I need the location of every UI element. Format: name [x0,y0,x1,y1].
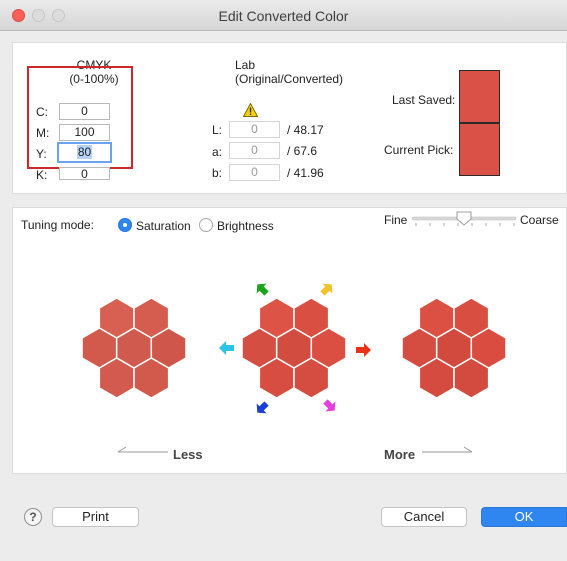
more-arrow-icon [420,444,474,456]
hex-cluster-more[interactable] [398,296,510,401]
yellow-arrow-icon[interactable] [317,281,335,299]
cyan-arrow-icon[interactable] [218,339,236,357]
b-label: b: [212,166,223,180]
m-label: M: [36,126,50,140]
blue-arrow-icon[interactable] [254,398,272,416]
k-label: K: [36,168,48,182]
current-pick-swatch [459,122,500,176]
less-arrow-icon [116,444,170,456]
coarse-label: Coarse [520,213,559,227]
tuning-mode-label: Tuning mode: [21,218,94,232]
l-label: L: [212,123,223,137]
help-button[interactable]: ? [24,508,42,526]
hex-cluster-center[interactable] [238,296,350,401]
l-field: 0 [229,121,280,138]
brightness-label[interactable]: Brightness [217,219,274,233]
less-label: Less [173,447,203,462]
last-saved-label: Last Saved: [392,93,456,107]
m-field[interactable]: 100 [59,124,110,141]
c-field[interactable]: 0 [59,103,110,120]
green-arrow-icon[interactable] [254,281,272,299]
lab-header: Lab (Original/Converted) [235,58,344,86]
fine-label: Fine [384,213,408,227]
a-label: a: [212,145,223,159]
print-button[interactable]: Print [52,507,139,527]
fine-coarse-slider[interactable] [410,210,518,230]
red-arrow-icon[interactable] [354,341,372,359]
warning-icon [242,102,259,117]
l-converted: / 48.17 [287,123,324,137]
saturation-radio[interactable] [118,218,132,232]
brightness-radio[interactable] [199,218,213,232]
more-label: More [384,447,416,462]
a-converted: / 67.6 [287,144,318,158]
window-title: Edit Converted Color [218,8,349,24]
k-field[interactable]: 0 [59,167,110,180]
b-converted: / 41.96 [287,166,324,180]
last-saved-swatch [459,70,500,124]
magenta-arrow-icon[interactable] [320,396,338,414]
hex-cluster-less[interactable] [78,296,190,401]
c-label: C: [36,105,48,119]
saturation-label[interactable]: Saturation [136,219,191,233]
cancel-button[interactable]: Cancel [381,507,467,527]
ok-button[interactable]: OK [481,507,567,527]
current-pick-label: Current Pick: [384,143,454,157]
b-field: 0 [229,164,280,181]
title-bar: Edit Converted Color [0,0,567,31]
y-label: Y: [36,147,47,161]
a-field: 0 [229,142,280,159]
y-field[interactable]: 80 [57,142,112,163]
